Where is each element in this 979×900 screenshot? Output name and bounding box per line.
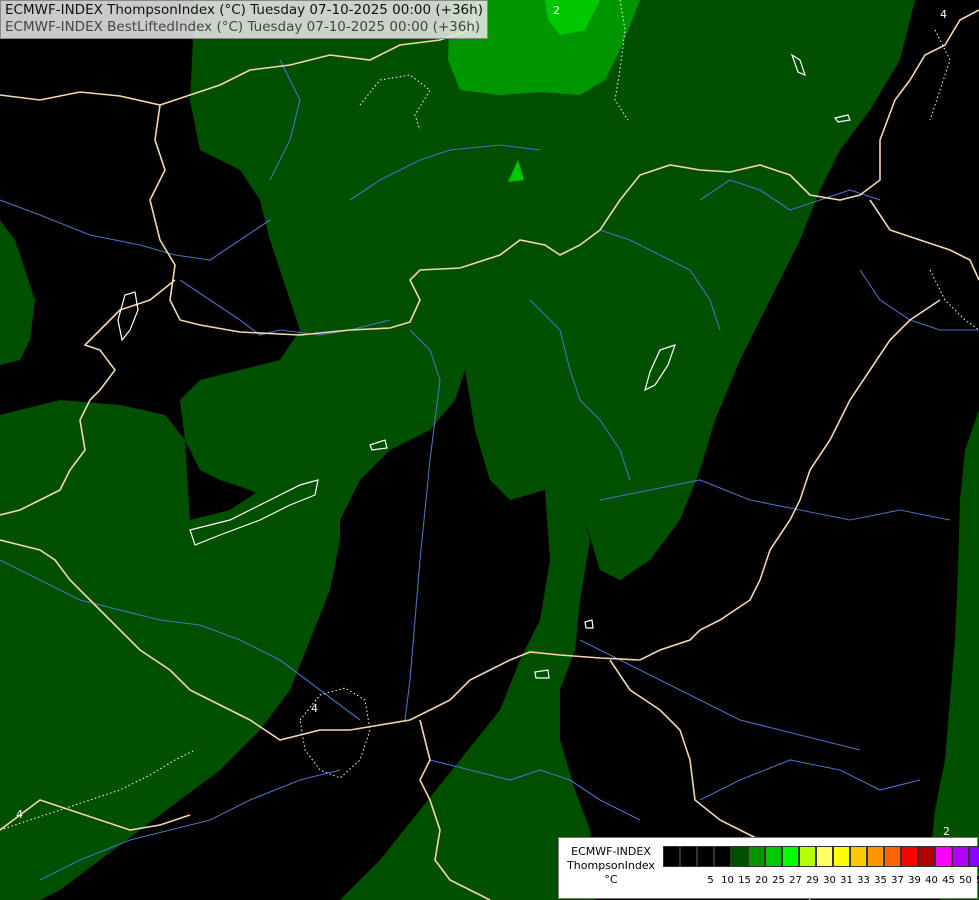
legend-swatch-16 [935, 846, 952, 867]
legend-tick-9: 33 [857, 875, 870, 886]
legend-tick-10: 35 [874, 875, 887, 886]
legend-label-model: ECMWF-INDEX [571, 845, 651, 858]
legend-tick-14: 45 [942, 875, 955, 886]
legend-swatch-9 [816, 846, 833, 867]
weather-map: 2 4 4 4 2 [0, 0, 979, 900]
legend-tick-12: 39 [908, 875, 921, 886]
legend-label: ECMWF-INDEX ThompsonIndex °C [563, 845, 659, 887]
legend-tick-5: 27 [789, 875, 802, 886]
legend-swatch-15 [918, 846, 935, 867]
contour-label-4: 4 [16, 808, 23, 821]
legend-tick-2: 15 [738, 875, 751, 886]
legend-tick-11: 37 [891, 875, 904, 886]
color-legend: ECMWF-INDEX ThompsonIndex °C 5 10 15 20 25 27… [558, 837, 979, 899]
map-title: ECMWF-INDEX ThompsonIndex (°C) Tuesday 0… [5, 2, 483, 18]
legend-swatch-1 [680, 846, 697, 867]
legend-swatch-6 [765, 846, 782, 867]
contour-label-3: 4 [311, 702, 318, 715]
legend-tick-0: 5 [707, 875, 714, 886]
legend-tick-3: 20 [755, 875, 768, 886]
contour-label-1: 2 [553, 4, 560, 17]
legend-tick-7: 30 [823, 875, 836, 886]
legend-swatch-2 [697, 846, 714, 867]
legend-swatch-18 [969, 846, 979, 867]
legend-swatch-3 [714, 846, 731, 867]
legend-swatch-14 [901, 846, 918, 867]
legend-swatch-4 [731, 846, 748, 867]
map-title-box: ECMWF-INDEX ThompsonIndex (°C) Tuesday 0… [0, 0, 488, 39]
contour-label-2: 4 [940, 8, 947, 21]
legend-tick-8: 31 [840, 875, 853, 886]
legend-swatch-10 [833, 846, 850, 867]
legend-tick-13: 40 [925, 875, 938, 886]
legend-swatch-12 [867, 846, 884, 867]
legend-ticks: 51015202527293031333537394045505560 [702, 874, 979, 888]
map-subtitle: ECMWF-INDEX BestLiftedIndex (°C) Tuesday… [5, 19, 481, 35]
legend-swatch-8 [799, 846, 816, 867]
legend-tick-16: 55 [974, 874, 979, 888]
legend-swatch-0 [663, 846, 680, 867]
legend-tick-15: 50 [959, 875, 972, 886]
legend-swatches [663, 846, 979, 867]
legend-tick-1: 10 [721, 875, 734, 886]
legend-swatch-11 [850, 846, 867, 867]
legend-swatch-7 [782, 846, 799, 867]
legend-swatch-17 [952, 846, 969, 867]
legend-label-variable: ThompsonIndex [567, 859, 655, 872]
legend-label-unit: °C [604, 873, 618, 886]
legend-swatch-13 [884, 846, 901, 867]
legend-tick-4: 25 [772, 875, 785, 886]
legend-tick-6: 29 [806, 875, 819, 886]
legend-swatch-5 [748, 846, 765, 867]
